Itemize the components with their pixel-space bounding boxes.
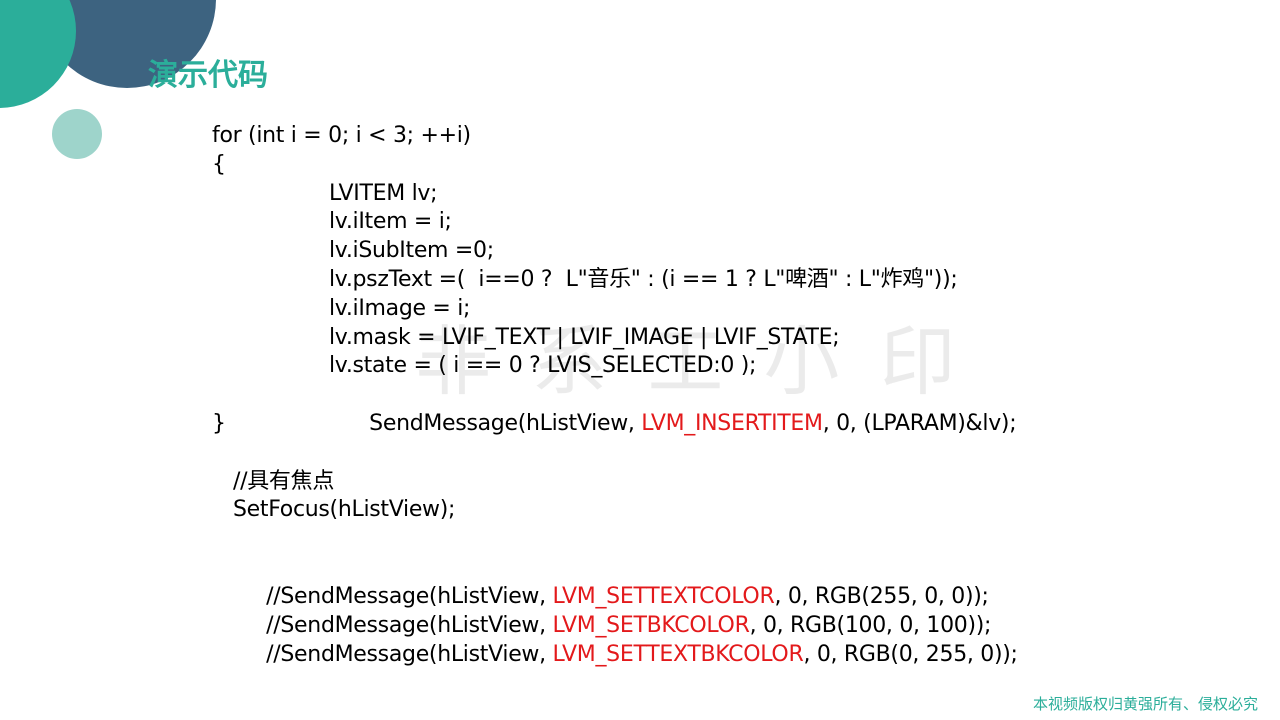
code-line: SetFocus(hListView); bbox=[233, 497, 456, 522]
highlighted-keyword: LVM_INSERTITEM bbox=[641, 411, 823, 436]
code-line: //SendMessage(hListView, LVM_SETTEXTBKCO… bbox=[226, 611, 1018, 698]
code-line: lv.state = ( i == 0 ? LVIS_SELECTED:0 ); bbox=[329, 353, 757, 378]
code-text: , 0, (LPARAM)&lv); bbox=[822, 411, 1017, 436]
copyright-notice: 本视频版权归黄强所有、侵权必究 bbox=[1032, 695, 1258, 713]
code-line: lv.pszText =( i==0 ? L"音乐" : (i == 1 ? L… bbox=[329, 267, 958, 292]
code-text: //SendMessage(hListView, bbox=[266, 642, 553, 667]
highlighted-keyword: LVM_SETTEXTBKCOLOR bbox=[552, 642, 804, 667]
code-text: , 0, RGB(0, 255, 0)); bbox=[803, 642, 1018, 667]
code-line: } bbox=[212, 411, 226, 436]
code-line: SendMessage(hListView, LVM_INSERTITEM, 0… bbox=[329, 380, 1016, 467]
code-text: SendMessage(hListView, bbox=[369, 411, 642, 436]
slide: 演示代码 非 系 工 小 印 for (int i = 0; i < 3; ++… bbox=[0, 0, 1280, 720]
code-block: for (int i = 0; i < 3; ++i) { LVITEM lv;… bbox=[0, 0, 1280, 720]
code-comment: //具有焦点 bbox=[233, 469, 335, 494]
code-line: lv.iImage = i; bbox=[329, 296, 471, 321]
code-line: { bbox=[212, 152, 226, 177]
code-line: for (int i = 0; i < 3; ++i) bbox=[212, 123, 471, 148]
code-line: lv.iSubItem =0; bbox=[329, 238, 494, 263]
code-line: lv.mask = LVIF_TEXT | LVIF_IMAGE | LVIF_… bbox=[329, 325, 840, 350]
code-line: lv.iItem = i; bbox=[329, 209, 452, 234]
code-line: LVITEM lv; bbox=[329, 181, 438, 206]
